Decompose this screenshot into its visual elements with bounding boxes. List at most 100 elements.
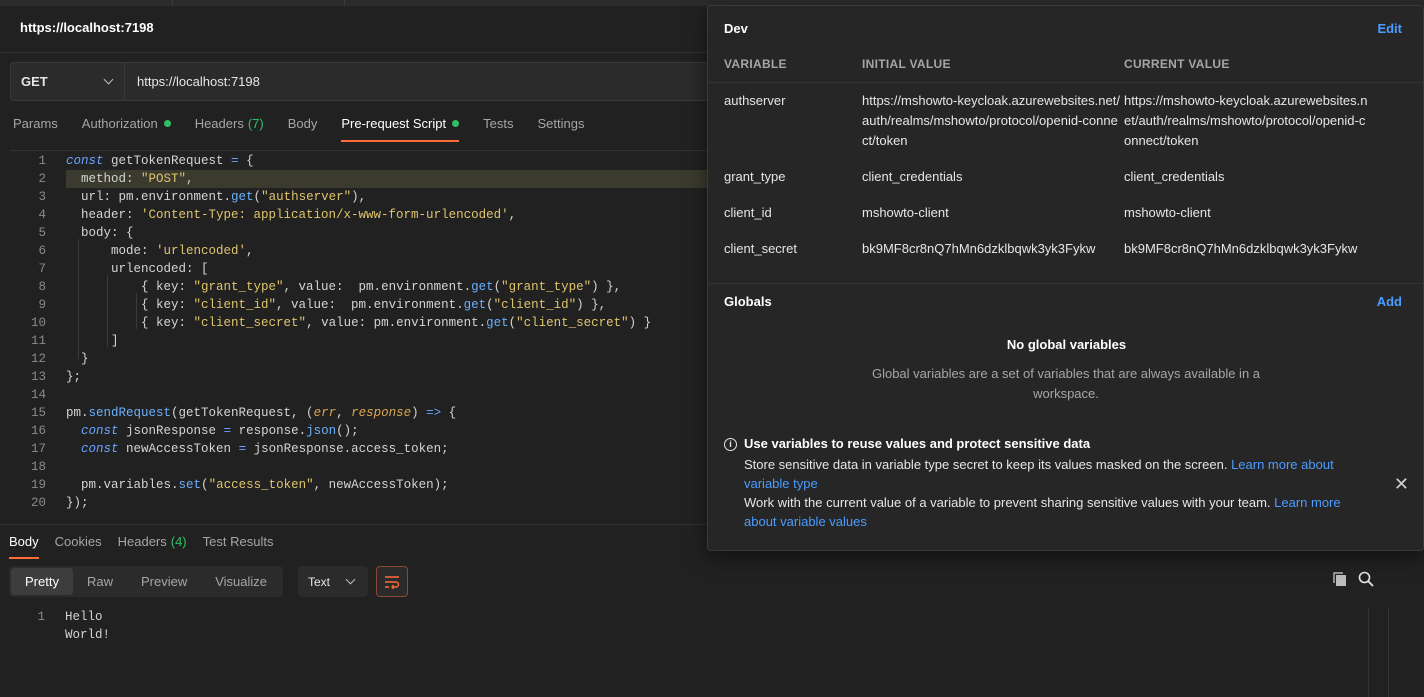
code-text: { key: "client_id", value: pm.environmen…: [66, 298, 607, 312]
view-preview-button[interactable]: Preview: [127, 568, 201, 595]
line-number: 9: [38, 298, 46, 312]
tab-label: Cookies: [54, 534, 102, 549]
line-number: 11: [30, 334, 46, 348]
tab-label: Pre-request Script: [341, 116, 447, 131]
add-global-link[interactable]: Add: [1377, 294, 1402, 309]
line-number: 10: [30, 316, 46, 330]
method-label: GET: [21, 74, 48, 89]
code-text: { key: "client_secret", value: pm.enviro…: [66, 316, 652, 330]
line-number: 19: [30, 478, 46, 492]
code-text: mode: 'urlencoded',: [66, 244, 254, 258]
variable-current-value[interactable]: https://mshowto-keycloak.azurewebsites.n…: [1124, 91, 1370, 151]
column-header-current: CURRENT VALUE: [1124, 57, 1230, 71]
info-text: Work with the current value of a variabl…: [744, 495, 1271, 510]
tab-params[interactable]: Params: [13, 116, 58, 142]
line-number: 12: [30, 352, 46, 366]
view-raw-button[interactable]: Raw: [73, 568, 127, 595]
line-number: 8: [38, 280, 46, 294]
column-header-initial: INITIAL VALUE: [862, 57, 951, 71]
code-line: 7 urlencoded: [: [10, 260, 710, 278]
tab-pre-request-script[interactable]: Pre-request Script: [341, 116, 460, 142]
variable-current-value[interactable]: mshowto-client: [1124, 203, 1211, 223]
response-actions: [1332, 571, 1374, 587]
method-select[interactable]: GET: [11, 63, 125, 100]
code-line: 3 url: pm.environment.get("authserver"),: [10, 188, 710, 206]
view-pretty-button[interactable]: Pretty: [11, 568, 73, 595]
empty-state-title: No global variables: [1006, 337, 1127, 352]
variable-initial-value[interactable]: https://mshowto-keycloak.azurewebsites.n…: [862, 91, 1120, 151]
status-dot: [163, 120, 171, 127]
tab-headers[interactable]: Headers (7): [195, 116, 264, 142]
tab-label: Body: [9, 534, 39, 549]
tab-authorization[interactable]: Authorization: [82, 116, 171, 142]
chevron-down-icon: [345, 574, 356, 585]
code-text: const getTokenRequest = {: [66, 154, 254, 168]
empty-state-description: Global variables are a set of variables …: [871, 366, 1261, 401]
code-text: { key: "grant_type", value: pm.environme…: [66, 280, 622, 294]
tab-label: Params: [13, 116, 58, 131]
code-text: }: [66, 352, 89, 366]
variable-name: client_id: [724, 205, 772, 220]
response-tabs: Body Cookies Headers (4) Test Results: [9, 534, 289, 559]
line-number: 3: [38, 190, 46, 204]
divider: [708, 82, 1423, 83]
copy-icon[interactable]: [1332, 571, 1348, 587]
tab-response-headers[interactable]: Headers (4): [118, 534, 187, 559]
line-number: 1: [38, 154, 46, 168]
divider: [708, 283, 1423, 284]
url-input[interactable]: [125, 63, 729, 100]
tab-settings[interactable]: Settings: [537, 116, 584, 142]
close-icon[interactable]: ✕: [1394, 474, 1409, 495]
wrap-lines-button[interactable]: [376, 566, 408, 597]
variable-current-value[interactable]: bk9MF8cr8nQ7hMn6dzklbqwk3yk3Fykw: [1124, 239, 1357, 259]
tab-test-results[interactable]: Test Results: [203, 534, 274, 559]
tab-cookies[interactable]: Cookies: [55, 534, 102, 559]
tab-divider: [172, 0, 173, 6]
code-text: body: {: [66, 226, 134, 240]
line-number: 13: [30, 370, 46, 384]
edit-link[interactable]: Edit: [1377, 21, 1402, 36]
column-header-variable: VARIABLE: [724, 57, 787, 71]
wrap-lines-icon: [385, 575, 400, 589]
request-title[interactable]: https://localhost:7198: [20, 20, 154, 35]
code-line: 16 const jsonResponse = response.json();: [10, 422, 710, 440]
variable-initial-value[interactable]: bk9MF8cr8nQ7hMn6dzklbqwk3yk3Fykw: [862, 239, 1095, 259]
code-text: header: 'Content-Type: application/x-www…: [66, 208, 517, 222]
info-text-1: Store sensitive data in variable type se…: [744, 455, 1376, 493]
tab-label: Tests: [483, 116, 514, 131]
line-number: 20: [30, 496, 46, 510]
line-number: 16: [30, 424, 46, 438]
request-bar: GET: [10, 62, 730, 101]
tab-body[interactable]: Body: [288, 116, 318, 142]
code-text: };: [66, 370, 82, 384]
search-icon[interactable]: [1358, 571, 1374, 587]
tab-tests[interactable]: Tests: [483, 116, 513, 142]
variable-current-value[interactable]: client_credentials: [1124, 167, 1224, 187]
code-line: 12 }: [10, 350, 710, 368]
code-text: urlencoded: [: [66, 262, 209, 276]
tab-divider: [344, 0, 345, 6]
line-number: 5: [38, 226, 46, 240]
variable-name: grant_type: [724, 169, 786, 184]
code-line: 1 const getTokenRequest = {: [10, 152, 710, 170]
tab-label: Authorization: [81, 116, 158, 131]
variable-initial-value[interactable]: mshowto-client: [862, 203, 949, 223]
tab-label: Headers: [117, 534, 167, 549]
variable-initial-value[interactable]: client_credentials: [862, 167, 962, 187]
info-text: Store sensitive data in variable type se…: [744, 457, 1228, 472]
tab-label: Headers: [194, 116, 244, 131]
code-line: 14: [10, 386, 710, 404]
request-tabs: Params Authorization Headers (7) Body Pre…: [13, 116, 608, 142]
code-line: 11 ]: [10, 332, 710, 350]
format-select[interactable]: Text: [298, 566, 368, 597]
format-label: Text: [308, 574, 331, 589]
environment-quick-look: Dev Edit VARIABLE INITIAL VALUE CURRENT …: [707, 5, 1424, 551]
info-icon: i: [724, 438, 737, 451]
code-text: });: [66, 496, 89, 510]
scrollbar-track[interactable]: [1368, 608, 1369, 697]
script-editor[interactable]: 1 const getTokenRequest = { 2 method: "PO…: [10, 150, 710, 518]
tab-response-body[interactable]: Body: [9, 534, 39, 559]
variable-name: client_secret: [724, 241, 797, 256]
view-visualize-button[interactable]: Visualize: [201, 568, 281, 595]
code-line: 6 mode: 'urlencoded',: [10, 242, 710, 260]
